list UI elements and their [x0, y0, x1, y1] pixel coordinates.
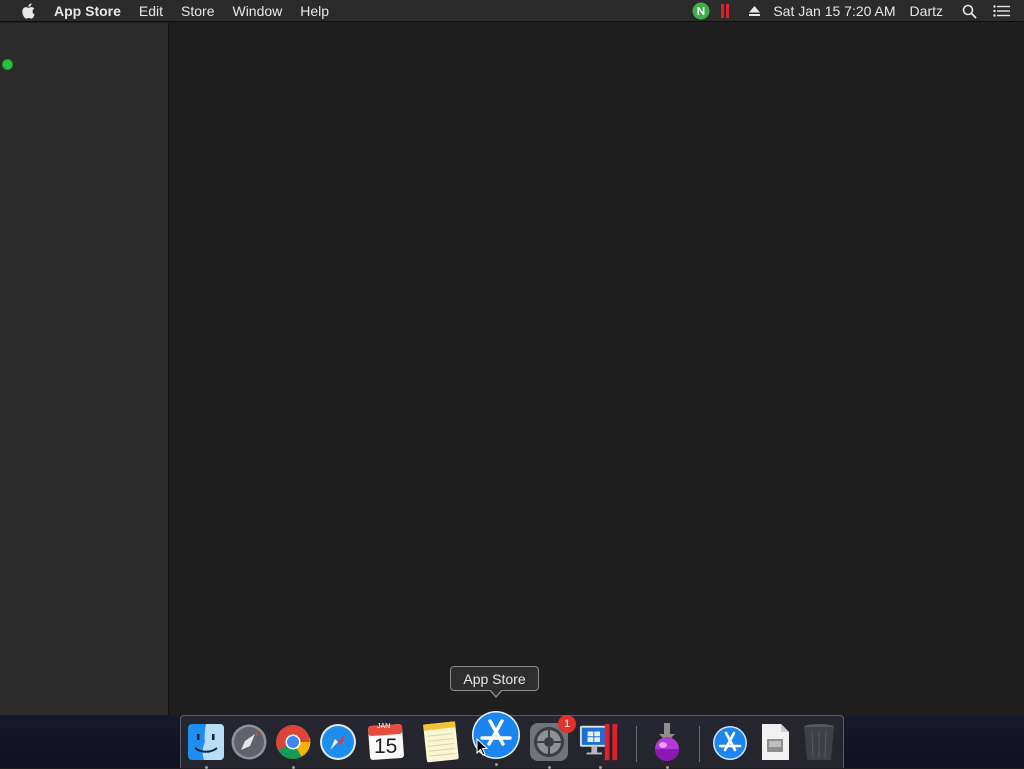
eject-icon[interactable] [747, 0, 761, 22]
menu-edit[interactable]: Edit [130, 0, 172, 22]
mouse-cursor-icon [476, 738, 488, 756]
menu-bar-left: App Store Edit Store Window Help [0, 0, 338, 22]
nordvpn-icon[interactable] [691, 0, 711, 22]
tooltip-arrow-inner [490, 689, 502, 696]
trash-icon[interactable] [798, 721, 840, 763]
menu-store[interactable]: Store [172, 0, 223, 22]
dock-tooltip: App Store [450, 666, 539, 691]
clock[interactable]: Sat Jan 15 7:20 AM [773, 3, 895, 19]
parallels-icon[interactable] [719, 0, 731, 22]
menu-bar: App Store Edit Store Window Help Sat Jan… [0, 0, 1024, 22]
finder-icon[interactable] [185, 721, 227, 769]
dock: JAN 15 1 [180, 711, 844, 769]
launchpad-icon[interactable] [228, 721, 270, 763]
calendar-month: JAN [377, 723, 391, 730]
menu-window[interactable]: Window [223, 0, 291, 22]
user-name[interactable]: Dartz [910, 3, 943, 19]
running-indicator [494, 763, 498, 766]
apple-menu-icon[interactable] [19, 2, 37, 20]
notes-icon[interactable] [419, 721, 461, 763]
calendar-icon[interactable]: JAN 15 [365, 721, 407, 763]
menu-bar-right: Sat Jan 15 7:20 AM Dartz [691, 0, 1024, 22]
notification-center-icon[interactable] [992, 0, 1010, 22]
main-content-area [169, 23, 1024, 715]
document-icon[interactable] [754, 721, 796, 763]
notification-badge: 1 [558, 715, 576, 733]
dock-divider [636, 726, 637, 762]
system-preferences-icon[interactable]: 1 [528, 715, 576, 769]
zoom-window-button[interactable] [2, 59, 13, 70]
dock-divider [699, 726, 700, 762]
chrome-icon[interactable] [272, 721, 314, 769]
spotlight-search-icon[interactable] [961, 0, 977, 22]
menu-help[interactable]: Help [291, 0, 338, 22]
calendar-day: 15 [374, 735, 398, 758]
downloads-installer-icon[interactable] [646, 721, 688, 769]
app-store-folder-icon[interactable] [709, 721, 751, 763]
window-sidebar [0, 23, 169, 715]
parallels-desktop-icon[interactable] [579, 721, 621, 769]
safari-icon[interactable] [317, 721, 359, 763]
menu-app-name[interactable]: App Store [54, 0, 130, 22]
